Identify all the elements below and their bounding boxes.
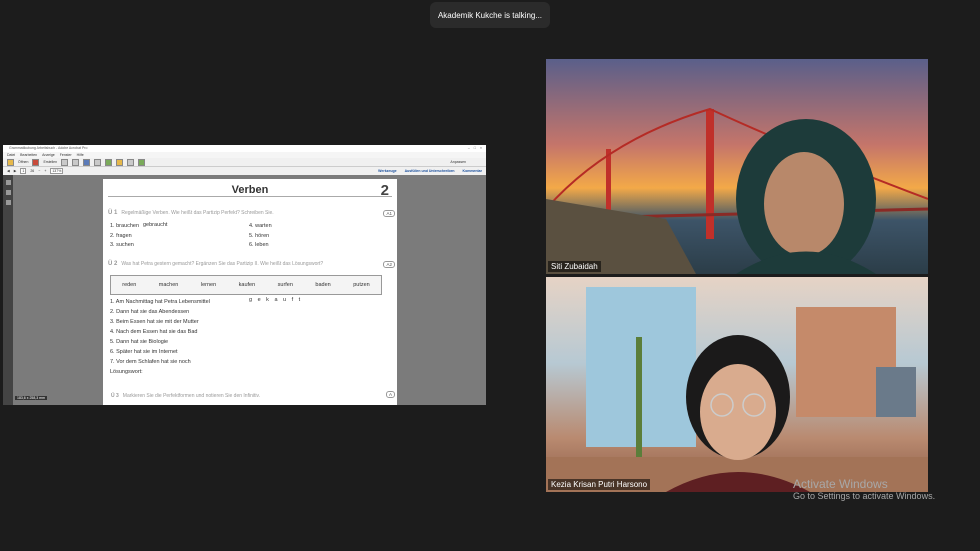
word-box-item: putzen bbox=[353, 282, 370, 288]
word-box-item: reden bbox=[122, 282, 137, 288]
zoom-out-icon[interactable]: − bbox=[38, 169, 40, 173]
shared-screen: Grammatikubung Arbeitsbuch - Adobe Acrob… bbox=[3, 145, 486, 405]
handwritten-answer: gebraucht bbox=[143, 222, 168, 228]
person-face bbox=[764, 152, 844, 256]
menu-edit[interactable]: Bearbeiten bbox=[20, 152, 37, 158]
prev-page-icon[interactable]: ◀ bbox=[7, 169, 10, 173]
comment-icon[interactable] bbox=[116, 158, 124, 166]
page-size-readout: 183,6 x 258,3 mm bbox=[15, 396, 48, 400]
word-item: 4. warten bbox=[249, 223, 272, 229]
zoom-in-icon[interactable]: + bbox=[44, 169, 46, 173]
open-folder-icon[interactable] bbox=[7, 158, 14, 166]
undo-icon[interactable] bbox=[94, 158, 102, 166]
solution-letters: g e k a u f t bbox=[249, 297, 303, 303]
talking-indicator: Akademik Kukche is talking... bbox=[430, 2, 550, 28]
email-icon[interactable] bbox=[83, 158, 91, 166]
next-page-icon[interactable]: ▶ bbox=[14, 169, 17, 173]
fill-sign-tab[interactable]: Ausfüllen und Unterschreiben bbox=[405, 169, 455, 173]
print-icon[interactable] bbox=[72, 158, 80, 166]
sentence: 4. Nach dem Essen hat sie das Bad bbox=[110, 329, 198, 335]
page-count: 26 bbox=[30, 169, 35, 173]
menu-view[interactable]: Anzeige bbox=[42, 152, 55, 158]
exercise-2-heading: Ü 2 Was hat Petra gestern gemacht? Ergänz… bbox=[108, 261, 323, 267]
page-input[interactable]: 1 bbox=[20, 168, 27, 174]
customize-dropdown[interactable]: Anpassen bbox=[450, 160, 466, 164]
bookmarks-icon[interactable] bbox=[5, 190, 11, 195]
minimize-icon[interactable]: – bbox=[468, 145, 470, 152]
exercise-1-instruction: Regelmäßige Verben. Wie heißt das Partiz… bbox=[121, 210, 274, 216]
participant-name: Kezia Krisan Putri Harsono bbox=[548, 479, 651, 490]
comment-tab[interactable]: Kommentar bbox=[463, 169, 482, 173]
word-item: 3. suchen bbox=[110, 242, 134, 248]
tools-tab[interactable]: Werkzeuge bbox=[378, 169, 396, 173]
zoom-input[interactable]: 137% bbox=[50, 168, 64, 174]
sentence: 1. Am Nachmittag hat Petra Lebensmittel bbox=[110, 299, 210, 305]
app-toolbar: Öffnen Erstellen Anpassen bbox=[3, 158, 486, 167]
video-feed bbox=[546, 287, 928, 492]
attachments-icon[interactable] bbox=[5, 200, 11, 205]
app-title: Grammatikubung Arbeitsbuch - Adobe Acrob… bbox=[9, 146, 88, 150]
maximize-icon[interactable]: □ bbox=[474, 145, 476, 152]
word-item: 1. brauchen bbox=[110, 223, 140, 229]
menu-window[interactable]: Fenster bbox=[60, 152, 72, 158]
sign-icon[interactable] bbox=[138, 158, 146, 166]
participant-video-2[interactable]: Kezia Krisan Putri Harsono bbox=[546, 277, 928, 492]
stamp-icon[interactable] bbox=[127, 158, 135, 166]
menu-help[interactable]: Hilfe bbox=[77, 152, 84, 158]
open-button[interactable]: Öffnen bbox=[18, 160, 28, 164]
exercise-3-heading: Ü 3 Markieren Sie die Perfektformen und n… bbox=[111, 393, 260, 399]
close-icon[interactable]: × bbox=[480, 145, 482, 152]
word-box-item: kaufen bbox=[238, 282, 256, 288]
bridge-tower bbox=[706, 109, 714, 239]
sentence: 7. Vor dem Schlafen hat sie noch bbox=[110, 359, 191, 365]
pages-icon[interactable] bbox=[5, 180, 11, 185]
level-tag: A2 bbox=[383, 261, 395, 268]
pdf-page: Verben 2 Ü 1 Regelmäßige Verben. Wie heiß… bbox=[103, 179, 397, 405]
sentence: 6. Später hat sie im Internet bbox=[110, 349, 178, 355]
word-box-item: baden bbox=[315, 282, 331, 288]
word-box-item: machen bbox=[158, 282, 179, 288]
word-item: 5. hören bbox=[249, 233, 270, 239]
level-tag: A bbox=[385, 391, 395, 398]
exercise-3-number: Ü 3 bbox=[111, 393, 119, 399]
navigation-pane[interactable] bbox=[3, 175, 13, 405]
exercise-1-number: Ü 1 bbox=[108, 210, 118, 216]
word-box-item: lernen bbox=[200, 282, 217, 288]
sentence: 2. Dann hat sie das Abendessen bbox=[110, 309, 190, 315]
exercise-1-heading: Ü 1 Regelmäßige Verben. Wie heißt das Par… bbox=[108, 210, 274, 216]
sentence: 5. Dann hat sie Biologie bbox=[110, 339, 169, 345]
divider bbox=[108, 196, 392, 197]
create-pdf-icon[interactable] bbox=[32, 158, 40, 166]
watermark-title: Activate Windows bbox=[793, 477, 888, 491]
level-tag: A1 bbox=[383, 210, 395, 217]
document-viewer[interactable]: Verben 2 Ü 1 Regelmäßige Verben. Wie heiß… bbox=[3, 175, 486, 405]
word-box: reden machen lernen kaufen surfen baden … bbox=[110, 275, 382, 295]
exercise-3-instruction: Markieren Sie die Perfektformen und noti… bbox=[122, 393, 260, 399]
sentence: 3. Beim Essen hat sie mit der Mutter bbox=[110, 319, 199, 325]
page-title: Verben bbox=[231, 184, 269, 196]
menu-file[interactable]: Datei bbox=[7, 152, 15, 158]
word-item: 2. fragen bbox=[110, 233, 132, 239]
participant-video-1[interactable]: Siti Zubaidah bbox=[546, 59, 928, 274]
word-box-item: surfen bbox=[277, 282, 293, 288]
exercise-2-instruction: Was hat Petra gestern gemacht? Ergänzen … bbox=[121, 261, 324, 267]
create-button[interactable]: Erstellen bbox=[43, 160, 57, 164]
screen bbox=[876, 367, 916, 417]
person-face bbox=[700, 364, 776, 460]
app-titlebar: Grammatikubung Arbeitsbuch - Adobe Acrob… bbox=[3, 145, 486, 152]
watermark-subtitle: Go to Settings to activate Windows. bbox=[793, 491, 936, 501]
video-feed bbox=[546, 107, 928, 274]
solution-word-label: Lösungswort: bbox=[110, 369, 143, 375]
save-icon[interactable] bbox=[61, 158, 69, 166]
tree bbox=[636, 337, 642, 457]
participant-name: Siti Zubaidah bbox=[548, 261, 601, 272]
exercise-2-number: Ü 2 bbox=[108, 261, 118, 267]
settings-icon[interactable] bbox=[105, 158, 113, 166]
word-item: 6. leben bbox=[249, 242, 269, 248]
activation-watermark: Activate Windows Go to Settings to activ… bbox=[793, 477, 935, 501]
